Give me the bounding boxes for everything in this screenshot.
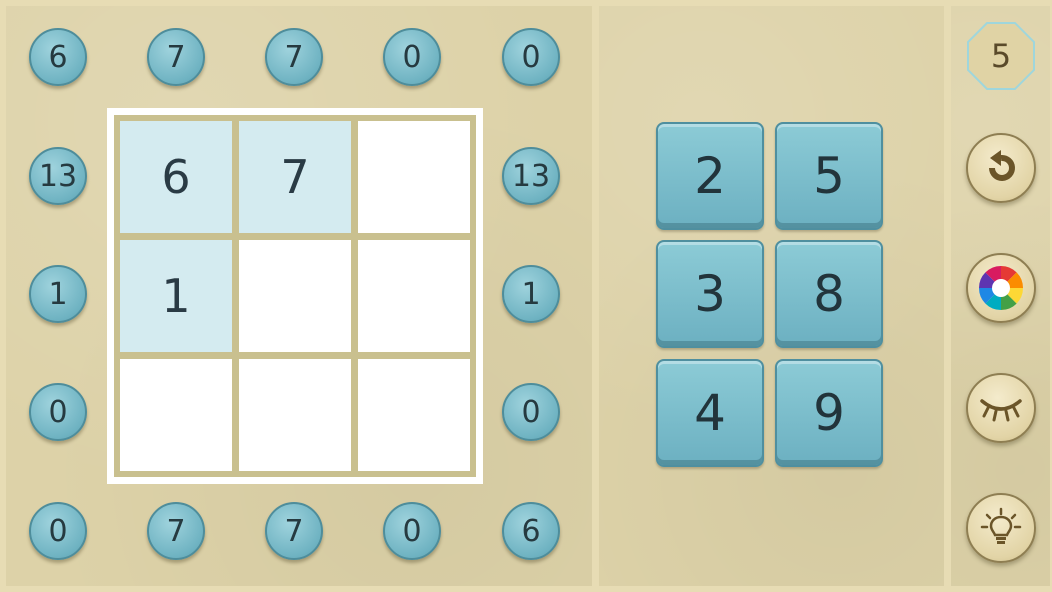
clue-bottom-1: 0 bbox=[29, 502, 87, 560]
puzzle-grid: 6 7 1 bbox=[114, 115, 476, 477]
clue-top-3: 7 bbox=[265, 28, 323, 86]
clue-left-1: 13 bbox=[29, 147, 87, 205]
clue-top-5: 0 bbox=[502, 28, 560, 86]
clue-top-1: 6 bbox=[29, 28, 87, 86]
number-key-3[interactable]: 3 bbox=[656, 240, 764, 348]
hint-button[interactable] bbox=[966, 493, 1036, 563]
keypad-panel bbox=[599, 6, 944, 586]
number-key-9[interactable]: 9 bbox=[775, 359, 883, 467]
undo-button[interactable] bbox=[966, 133, 1036, 203]
grid-cell-r3c1[interactable] bbox=[120, 359, 232, 471]
lightbulb-icon bbox=[980, 507, 1022, 544]
number-key-8[interactable]: 8 bbox=[775, 240, 883, 348]
clue-right-3: 0 bbox=[502, 383, 560, 441]
grid-cell-r1c2[interactable]: 7 bbox=[239, 121, 351, 233]
grid-cell-r2c1[interactable]: 1 bbox=[120, 240, 232, 352]
clue-top-2: 7 bbox=[147, 28, 205, 86]
grid-cell-r3c2[interactable] bbox=[239, 359, 351, 471]
clue-left-2: 1 bbox=[29, 265, 87, 323]
clue-right-2: 1 bbox=[502, 265, 560, 323]
number-key-4[interactable]: 4 bbox=[656, 359, 764, 467]
clue-right-1: 13 bbox=[502, 147, 560, 205]
clue-top-4: 0 bbox=[383, 28, 441, 86]
clue-left-3: 0 bbox=[29, 383, 87, 441]
grid-cell-r1c1[interactable]: 6 bbox=[120, 121, 232, 233]
clue-bottom-3: 7 bbox=[265, 502, 323, 560]
grid-cell-r2c3[interactable] bbox=[358, 240, 470, 352]
color-button[interactable] bbox=[966, 253, 1036, 323]
eye-closed-icon bbox=[980, 399, 1022, 422]
grid-cell-r1c3[interactable] bbox=[358, 121, 470, 233]
grid-cell-r2c2[interactable] bbox=[239, 240, 351, 352]
clue-bottom-4: 0 bbox=[383, 502, 441, 560]
clue-bottom-5: 6 bbox=[502, 502, 560, 560]
number-key-5[interactable]: 5 bbox=[775, 122, 883, 230]
color-wheel-icon bbox=[978, 265, 1024, 311]
number-key-2[interactable]: 2 bbox=[656, 122, 764, 230]
level-badge: 5 bbox=[966, 21, 1036, 91]
hide-button[interactable] bbox=[966, 373, 1036, 443]
clue-bottom-2: 7 bbox=[147, 502, 205, 560]
grid-cell-r3c3[interactable] bbox=[358, 359, 470, 471]
undo-icon bbox=[989, 150, 1015, 181]
level-number: 5 bbox=[990, 37, 1012, 75]
